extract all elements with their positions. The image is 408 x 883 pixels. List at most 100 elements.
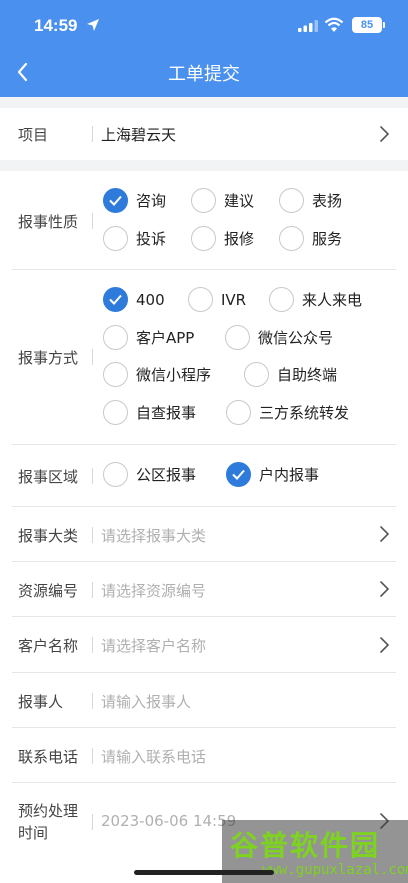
watermark-title: 谷普软件园 xyxy=(230,829,381,862)
radio-unchecked-icon xyxy=(103,226,128,251)
area-option-public[interactable]: 公区报事 xyxy=(103,462,196,487)
option-label: 三方系统转发 xyxy=(259,404,350,422)
method-option-ivr[interactable]: IVR xyxy=(188,287,246,312)
status-bar: 14:59 85 xyxy=(0,0,408,48)
radio-checked-icon xyxy=(103,287,128,312)
radio-checked-icon xyxy=(226,462,251,487)
category-select[interactable]: 请选择报事大类 xyxy=(101,525,206,546)
option-label: 来人来电 xyxy=(302,291,363,309)
method-option-wechat-mini[interactable]: 微信小程序 xyxy=(103,362,211,387)
reporter-label: 报事人 xyxy=(18,693,64,711)
option-label: 自助终端 xyxy=(277,366,338,384)
nature-label: 报事性质 xyxy=(18,213,79,231)
nature-option-repair[interactable]: 报修 xyxy=(191,226,254,251)
label-divider xyxy=(92,637,93,653)
method-option-third-party[interactable]: 三方系统转发 xyxy=(226,400,349,425)
chevron-right-icon xyxy=(380,581,390,597)
area-option-indoor[interactable]: 户内报事 xyxy=(226,462,319,487)
radio-unchecked-icon xyxy=(103,325,128,350)
method-option-wechat-official[interactable]: 微信公众号 xyxy=(225,325,333,350)
status-time: 14:59 xyxy=(34,16,78,35)
location-arrow-icon xyxy=(87,19,99,31)
method-option-visit-call[interactable]: 来人来电 xyxy=(269,287,362,312)
radio-unchecked-icon xyxy=(226,400,251,425)
customer-label: 客户名称 xyxy=(18,637,79,655)
app-header: 14:59 85 工单提交 xyxy=(0,0,408,97)
label-divider xyxy=(92,814,93,830)
option-label: 400 xyxy=(136,290,165,309)
option-label: 建议 xyxy=(224,192,255,210)
label-divider xyxy=(92,468,93,484)
phone-row: 联系电话 请输入联系电话 xyxy=(12,728,396,783)
resource-label: 资源编号 xyxy=(18,582,79,600)
phone-label: 联系电话 xyxy=(18,748,79,766)
radio-unchecked-icon xyxy=(103,362,128,387)
radio-unchecked-icon xyxy=(279,226,304,251)
project-card: 项目 上海碧云天 xyxy=(0,108,408,160)
nature-option-complaint[interactable]: 投诉 xyxy=(103,226,166,251)
label-divider xyxy=(92,213,93,229)
radio-unchecked-icon xyxy=(269,287,294,312)
chevron-right-icon xyxy=(380,126,390,142)
radio-unchecked-icon xyxy=(103,400,128,425)
option-label: 服务 xyxy=(312,230,343,248)
appointment-label: 预约处理 时间 xyxy=(18,800,78,844)
radio-unchecked-icon xyxy=(191,226,216,251)
category-label: 报事大类 xyxy=(18,527,79,545)
radio-unchecked-icon xyxy=(188,287,213,312)
form-card: 报事性质 咨询 建议 表扬 投诉 报修 服务 报事方式 400 IVR 来人来电… xyxy=(0,171,408,883)
radio-unchecked-icon xyxy=(225,325,250,350)
method-option-kiosk[interactable]: 自助终端 xyxy=(244,362,337,387)
nature-row: 报事性质 咨询 建议 表扬 投诉 报修 服务 xyxy=(12,171,396,270)
label-divider xyxy=(92,693,93,709)
nature-option-suggest[interactable]: 建议 xyxy=(191,188,254,213)
appointment-value[interactable]: 2023-06-06 14:59 xyxy=(101,812,236,830)
label-divider xyxy=(92,748,93,764)
area-row: 报事区域 公区报事 户内报事 xyxy=(12,445,396,507)
area-label: 报事区域 xyxy=(18,468,79,486)
cellular-signal-icon xyxy=(298,20,318,32)
nature-option-praise[interactable]: 表扬 xyxy=(279,188,342,213)
nature-option-consult[interactable]: 咨询 xyxy=(103,188,166,213)
option-label: IVR xyxy=(221,290,247,309)
label-divider xyxy=(92,349,93,365)
customer-select[interactable]: 请选择客户名称 xyxy=(101,635,206,656)
appointment-label-line1: 预约处理 xyxy=(18,802,79,820)
battery-tip xyxy=(383,22,385,28)
label-divider xyxy=(92,527,93,543)
customer-row[interactable]: 客户名称 请选择客户名称 xyxy=(12,617,396,673)
method-option-400[interactable]: 400 xyxy=(103,287,165,312)
nature-option-service[interactable]: 服务 xyxy=(279,226,342,251)
resource-row[interactable]: 资源编号 请选择资源编号 xyxy=(12,562,396,617)
home-indicator xyxy=(134,870,274,875)
wifi-icon xyxy=(324,17,344,32)
phone-input[interactable]: 请输入联系电话 xyxy=(101,746,206,767)
radio-unchecked-icon xyxy=(244,362,269,387)
page-title: 工单提交 xyxy=(168,64,240,85)
option-label: 户内报事 xyxy=(259,466,320,484)
method-label: 报事方式 xyxy=(18,349,79,367)
method-row: 报事方式 400 IVR 来人来电 客户APP 微信公众号 微信小程序 自助终端… xyxy=(12,270,396,445)
project-row[interactable]: 项目 上海碧云天 xyxy=(12,108,396,160)
watermark-url: www.gupuxlazal.com xyxy=(262,862,408,878)
radio-checked-icon xyxy=(103,188,128,213)
project-value: 上海碧云天 xyxy=(101,126,177,144)
option-label: 咨询 xyxy=(136,192,167,210)
option-label: 客户APP xyxy=(136,329,195,347)
option-label: 报修 xyxy=(224,230,255,248)
appointment-label-line2: 时间 xyxy=(18,824,49,842)
category-row[interactable]: 报事大类 请选择报事大类 xyxy=(12,507,396,562)
option-label: 投诉 xyxy=(136,230,167,248)
chevron-right-icon xyxy=(380,637,390,653)
label-divider xyxy=(92,582,93,598)
resource-select[interactable]: 请选择资源编号 xyxy=(101,580,206,601)
method-option-app[interactable]: 客户APP xyxy=(103,325,194,350)
chevron-right-icon xyxy=(380,526,390,542)
project-label: 项目 xyxy=(18,126,49,144)
option-label: 表扬 xyxy=(312,192,343,210)
label-divider xyxy=(92,126,93,142)
option-label: 自查报事 xyxy=(136,404,197,422)
reporter-row: 报事人 请输入报事人 xyxy=(12,673,396,728)
method-option-self-check[interactable]: 自查报事 xyxy=(103,400,196,425)
reporter-input[interactable]: 请输入报事人 xyxy=(101,691,191,712)
